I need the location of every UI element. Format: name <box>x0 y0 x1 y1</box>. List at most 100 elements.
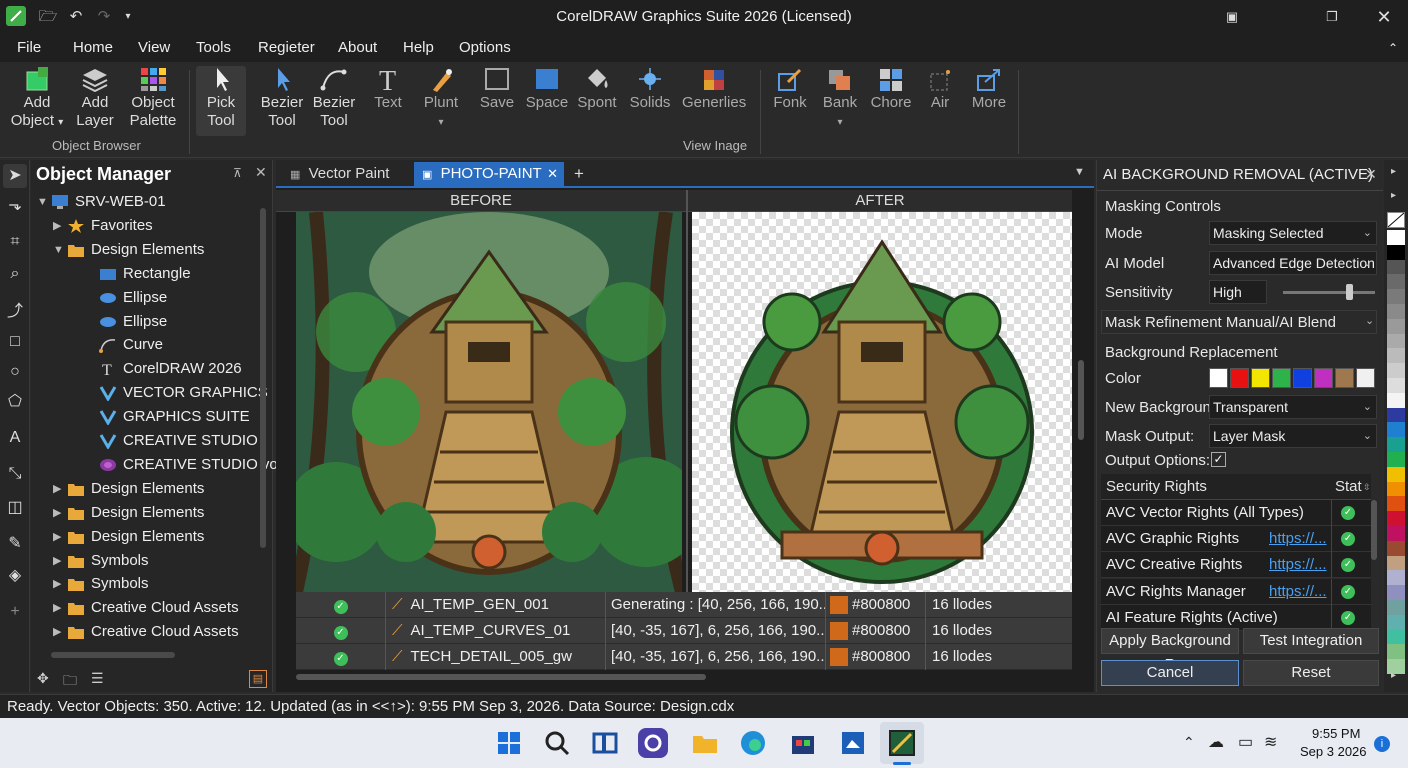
fonk-button[interactable]: Fonk <box>768 66 812 112</box>
table-row[interactable]: ✓ ⟋ TECH_DETAIL_005_gw [40, -35, 167], 6, 2… <box>296 644 1072 670</box>
tree-item[interactable]: CREATIVE STUDIO vol. <box>31 453 285 477</box>
start-icon[interactable] <box>494 728 524 758</box>
palette-color-swatch[interactable] <box>1387 289 1405 305</box>
close-window-icon[interactable]: ✕ <box>1374 7 1394 27</box>
transparency-tool-icon[interactable]: ◫ <box>3 496 27 520</box>
palette-color-swatch[interactable] <box>1387 304 1405 319</box>
mode-select[interactable]: Masking Selected ⌄ <box>1209 221 1377 245</box>
sensitivity-value-box[interactable]: High <box>1209 280 1267 304</box>
security-right-link[interactable]: https://... <box>1269 579 1327 605</box>
color-swatch[interactable] <box>1272 368 1291 388</box>
tab-photo-paint[interactable]: ▣ PHOTO-PAINT ✕ <box>414 162 564 186</box>
tree-item[interactable]: ▶ Favorites <box>31 214 259 238</box>
tree-item[interactable]: ▶ Symbols <box>31 549 259 573</box>
close-panel-icon[interactable]: ✕ <box>255 164 267 181</box>
menu-help[interactable]: Help <box>403 34 434 62</box>
tree-item[interactable]: ▶ Creative Cloud Assets <box>31 620 259 644</box>
tree-item[interactable]: Rectangle <box>31 262 259 286</box>
expand-right-icon[interactable]: ▶ <box>53 525 65 549</box>
color-swatch[interactable] <box>1314 368 1333 388</box>
tree-item[interactable]: ▶ Design Elements <box>31 477 259 501</box>
table-row[interactable]: ✓ ⟋ AI_TEMP_GEN_001 Generating : [40, 256, … <box>296 592 1072 618</box>
expand-right-icon[interactable]: ▶ <box>53 214 65 238</box>
palette-color-swatch[interactable] <box>1387 363 1405 379</box>
color-swatch[interactable] <box>1356 368 1375 388</box>
palette-color-swatch[interactable] <box>1387 392 1405 408</box>
grid-hscrollbar[interactable] <box>296 674 706 680</box>
tree-item[interactable]: CREATIVE STUDIO <box>31 429 259 453</box>
no-color-swatch[interactable] <box>1387 212 1405 228</box>
palette-color-swatch[interactable] <box>1387 452 1405 467</box>
object-palette-button[interactable]: Object Palette <box>126 66 180 130</box>
expand-right-icon[interactable]: ▶ <box>53 501 65 525</box>
bezier-tool-button-2[interactable]: Bezier Tool <box>308 66 360 130</box>
layer-list-icon[interactable]: ☰ <box>91 670 104 687</box>
tree-item[interactable]: T CorelDRAW 2026 <box>31 357 259 381</box>
expand-down-icon[interactable]: ▼ <box>37 190 49 214</box>
store-icon[interactable] <box>788 728 818 758</box>
expand-right-icon[interactable]: ▶ <box>53 620 65 644</box>
shape-tool-icon[interactable]: ⬎ <box>3 194 27 218</box>
tree-item[interactable]: ▶ Symbols <box>31 572 259 596</box>
split-divider[interactable] <box>686 190 688 592</box>
palette-color-swatch[interactable] <box>1387 318 1405 334</box>
wifi-icon[interactable]: ≋ <box>1264 732 1277 752</box>
palette-menu-icon[interactable]: ▸ <box>1391 190 1396 201</box>
palette-color-swatch[interactable] <box>1387 481 1405 497</box>
reset-button[interactable]: Reset <box>1243 660 1379 686</box>
palette-scroll-down-icon[interactable]: ▸ <box>1391 670 1396 681</box>
more-button[interactable]: More <box>966 66 1012 112</box>
sensitivity-slider-track[interactable] <box>1283 291 1375 294</box>
table-row[interactable]: ✓ ⟋ AI_TEMP_CURVES_01 [40, -35, 167], 6, 25… <box>296 618 1072 644</box>
color-swatch[interactable] <box>1335 368 1354 388</box>
security-row[interactable]: AVC Vector Rights (All Types) ✓ <box>1101 500 1371 526</box>
expand-down-icon[interactable]: ▼ <box>53 238 65 262</box>
clock-time[interactable]: 9:55 PM <box>1312 726 1360 741</box>
tray-expand-icon[interactable]: ⌃ <box>1183 734 1195 751</box>
tree-item[interactable]: Ellipse <box>31 310 259 334</box>
chat-app-icon[interactable] <box>638 728 668 758</box>
edge-browser-icon[interactable] <box>738 728 768 758</box>
palette-color-swatch[interactable] <box>1387 570 1405 586</box>
menu-file[interactable]: File <box>17 34 41 62</box>
close-tab-icon[interactable]: ✕ <box>547 162 558 186</box>
zoom-tool-icon[interactable]: ⌕ <box>3 262 27 286</box>
security-row[interactable]: AVC Graphic Rights https://... ✓ <box>1101 526 1371 553</box>
chore-button[interactable]: Chore <box>868 66 914 112</box>
tree-item[interactable]: Ellipse <box>31 286 259 310</box>
tab-vector-paint[interactable]: ▦ Vector Paint <box>282 162 397 186</box>
palette-color-swatch[interactable] <box>1387 244 1405 260</box>
delete-layer-icon[interactable]: ▤ <box>249 670 267 688</box>
sort-icon[interactable]: ⇳ <box>1363 474 1371 500</box>
security-row[interactable]: AI Feature Rights (Active) ✓ <box>1101 604 1371 631</box>
tree-item[interactable]: ▶ Design Elements <box>31 501 259 525</box>
connector-tool-icon[interactable]: ⤡ <box>3 462 27 486</box>
menu-tools[interactable]: Tools <box>196 34 231 62</box>
add-tab-button[interactable]: + <box>566 162 592 186</box>
canvas-vscrollbar[interactable] <box>1078 360 1084 440</box>
test-integration-button[interactable]: Test Integration <box>1243 628 1379 654</box>
tree-item[interactable]: ▶ Creative Cloud Assets <box>31 596 259 620</box>
add-object-button[interactable]: Add Object ▾ <box>10 66 64 132</box>
pick-tool-button[interactable]: Pick Tool <box>196 66 246 136</box>
onedrive-icon[interactable]: ☁ <box>1208 732 1224 752</box>
palette-color-swatch[interactable] <box>1387 600 1405 615</box>
file-explorer-icon[interactable] <box>690 728 720 758</box>
sensitivity-slider-thumb[interactable] <box>1346 284 1353 300</box>
menu-home[interactable]: Home <box>73 34 113 62</box>
add-layer-button[interactable]: Add Layer <box>72 66 118 130</box>
palette-color-swatch[interactable] <box>1387 466 1405 482</box>
menu-options[interactable]: Options <box>459 34 511 62</box>
expand-right-icon[interactable]: ▶ <box>53 596 65 620</box>
tree-item[interactable]: ▼ Design Elements <box>31 238 259 262</box>
new-layer-icon[interactable]: ✥ <box>37 670 49 687</box>
solids-button[interactable]: Solids <box>626 66 674 112</box>
coreldraw-taskbar-icon[interactable] <box>887 728 917 758</box>
palette-color-swatch[interactable] <box>1387 378 1405 393</box>
security-row[interactable]: AVC Creative Rights https://... ✓ <box>1101 552 1371 579</box>
tree-item[interactable]: ▶ Design Elements <box>31 525 259 549</box>
color-swatch[interactable] <box>1251 368 1270 388</box>
freehand-tool-icon[interactable]: ⤴ <box>3 300 27 324</box>
palette-color-swatch[interactable] <box>1387 259 1405 275</box>
space-button[interactable]: Space <box>524 66 570 112</box>
